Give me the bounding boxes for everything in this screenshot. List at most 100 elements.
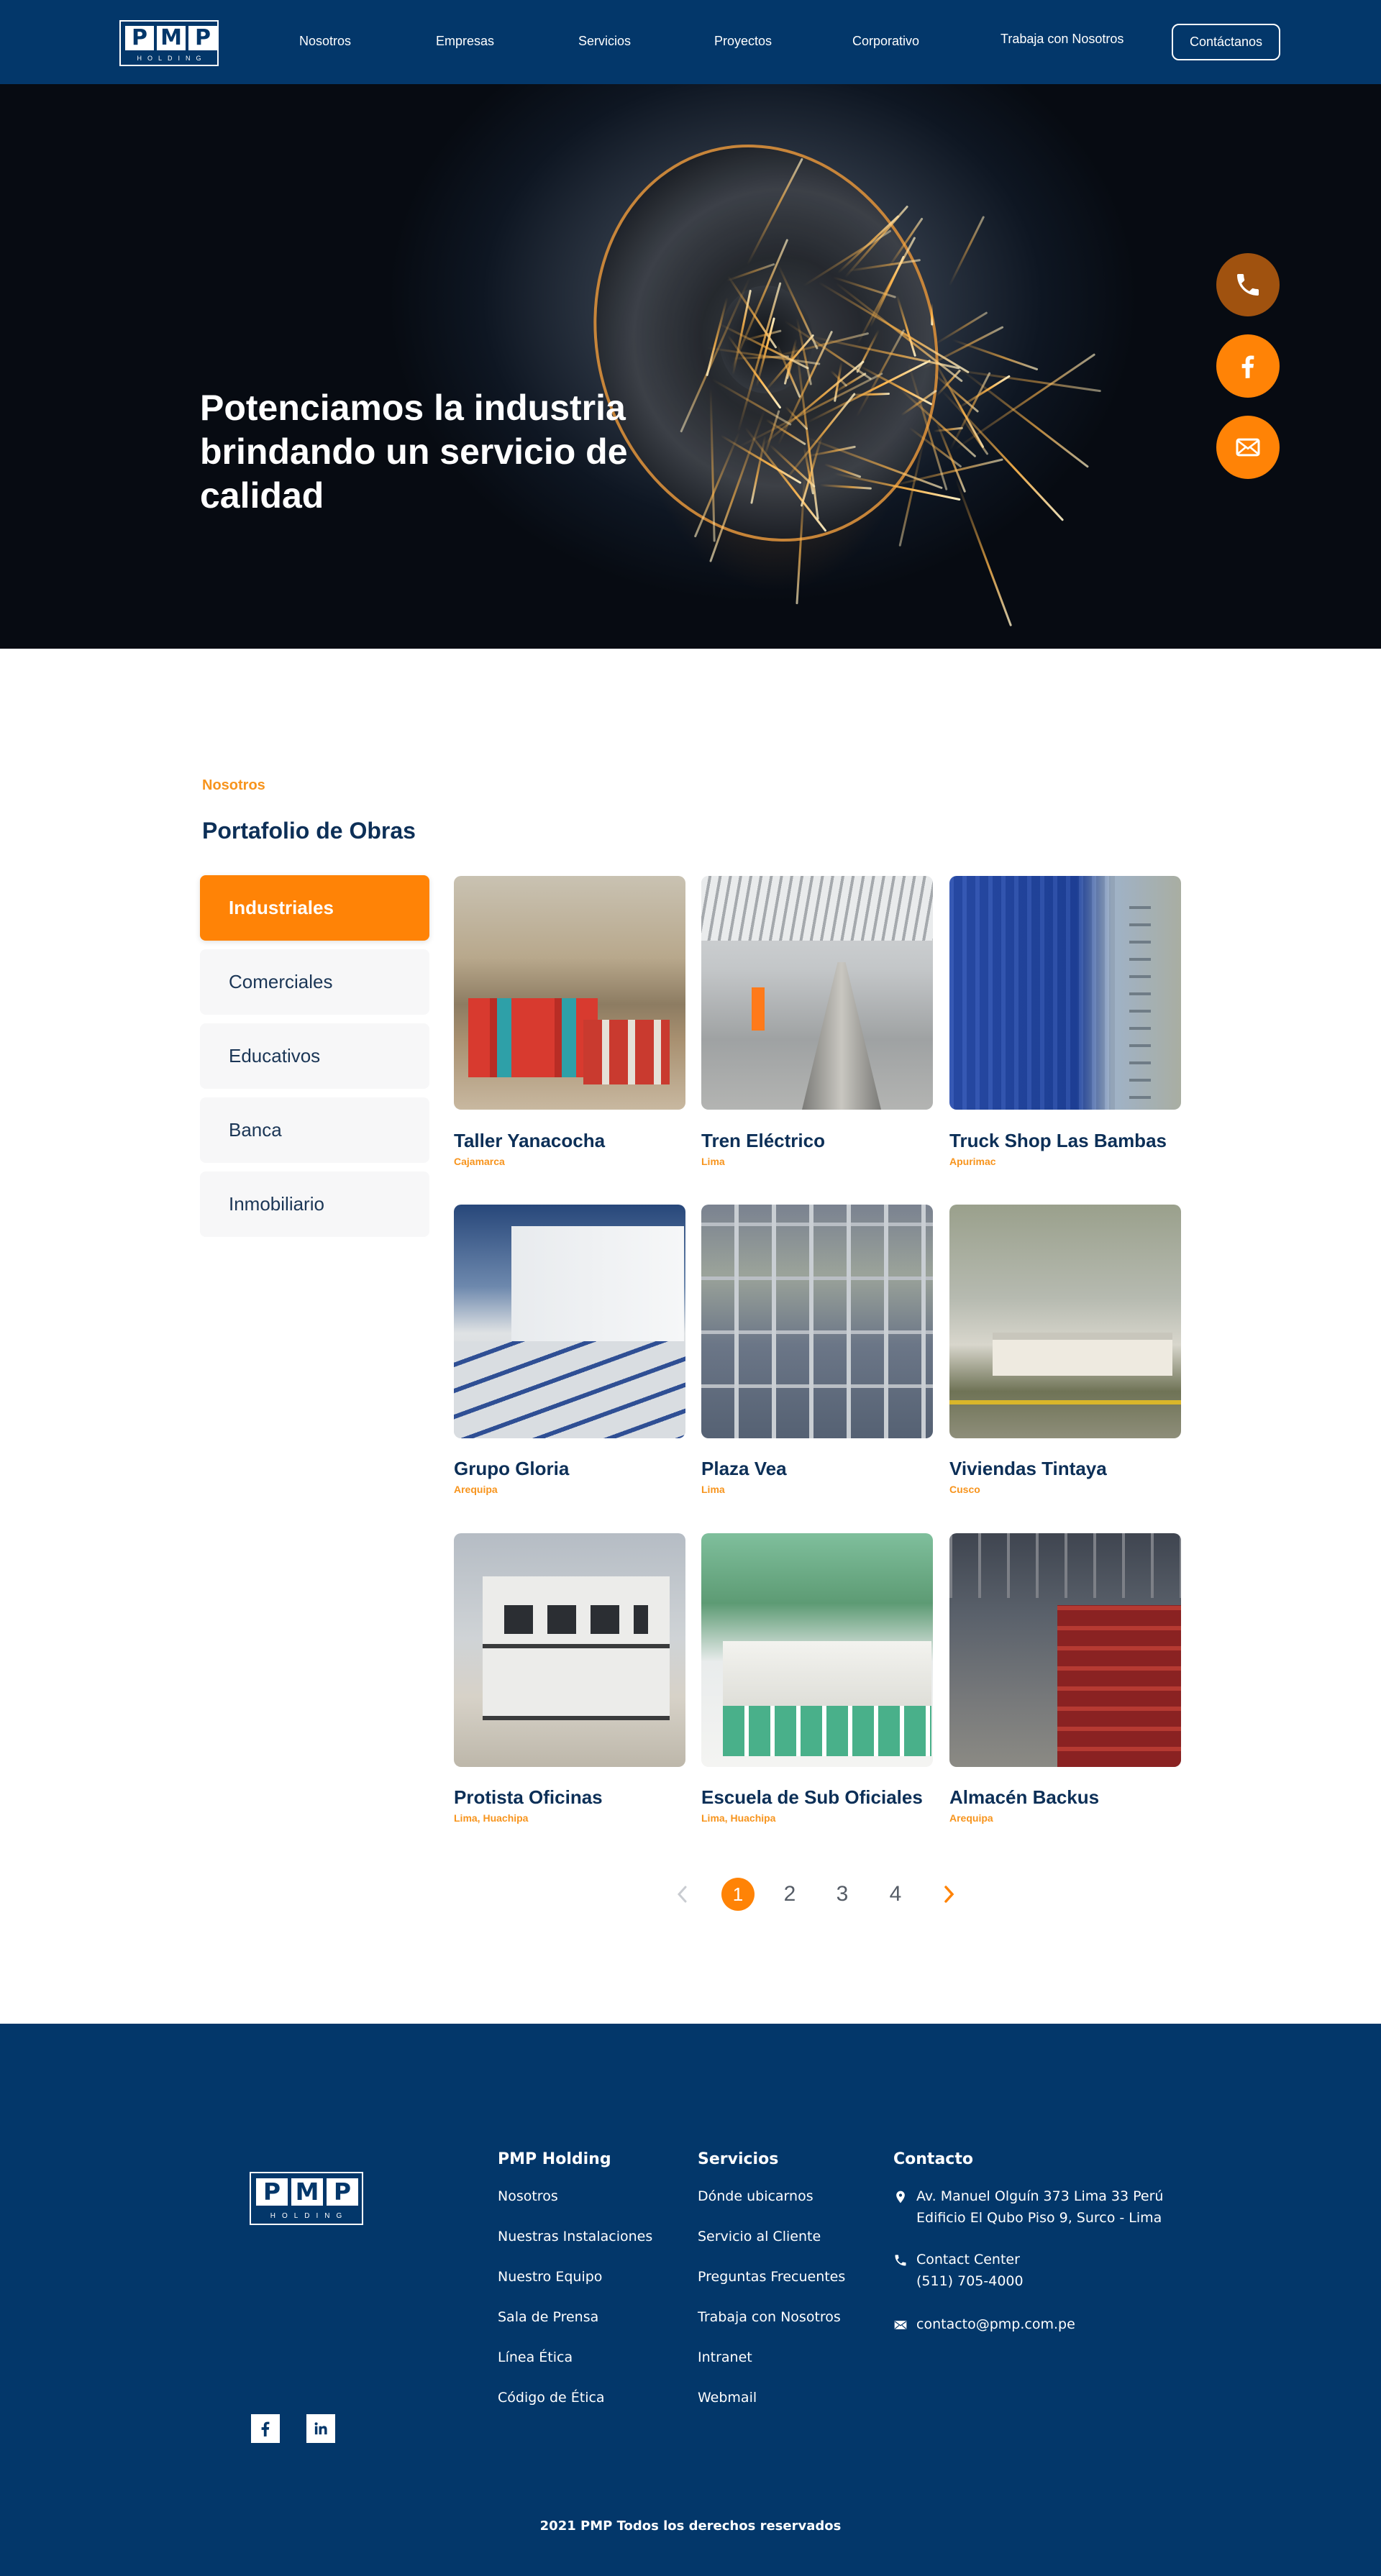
footer-link[interactable]: Línea Ética <box>498 2349 573 2365</box>
project-location: Cusco <box>949 1484 980 1495</box>
mail-icon <box>1236 438 1260 457</box>
logo-subtitle: HOLDING <box>137 55 207 62</box>
nav-trabaja-con-nosotros[interactable]: Trabaja con Nosotros <box>1001 32 1124 47</box>
footer-link[interactable]: Dónde ubicarnos <box>698 2188 813 2204</box>
footer-link[interactable]: Nuestro Equipo <box>498 2269 602 2285</box>
house-image-detail <box>993 1333 1172 1376</box>
project-title[interactable]: Almacén Backus <box>949 1786 1099 1809</box>
project-title[interactable]: Plaza Vea <box>701 1458 787 1480</box>
phone-float-button[interactable] <box>1216 253 1280 316</box>
modular-office-image-detail <box>483 1576 670 1720</box>
roof-image-detail <box>701 876 933 941</box>
project-image[interactable] <box>949 876 1181 1110</box>
project-location: Lima <box>701 1156 725 1167</box>
footer-link[interactable]: Servicio al Cliente <box>698 2229 821 2244</box>
project-location: Apurimac <box>949 1156 996 1167</box>
pagination-page-4[interactable]: 4 <box>879 1878 912 1911</box>
project-title[interactable]: Protista Oficinas <box>454 1786 603 1809</box>
nav-nosotros[interactable]: Nosotros <box>299 34 351 49</box>
project-title[interactable]: Escuela de Sub Oficiales <box>701 1786 923 1809</box>
project-image[interactable] <box>454 1205 685 1438</box>
category-educativos[interactable]: Educativos <box>200 1023 429 1089</box>
pagination-page-3[interactable]: 3 <box>826 1878 859 1911</box>
project-image[interactable] <box>454 876 685 1110</box>
project-title[interactable]: Grupo Gloria <box>454 1458 569 1480</box>
logo-letter: P <box>125 26 154 50</box>
footer-heading-pmp-holding: PMP Holding <box>498 2150 611 2168</box>
copyright-text: 2021 PMP Todos los derechos reservados <box>539 2518 842 2534</box>
logo-letter: P <box>327 2178 358 2206</box>
facade-image-detail <box>949 876 1115 1110</box>
footer-link[interactable]: Sala de Prensa <box>498 2309 598 2325</box>
project-title[interactable]: Viviendas Tintaya <box>949 1458 1107 1480</box>
nav-servicios[interactable]: Servicios <box>578 34 631 49</box>
category-banca[interactable]: Banca <box>200 1097 429 1163</box>
school-wall-image-detail <box>723 1706 931 1756</box>
worker-image-detail <box>752 987 765 1031</box>
mail-icon <box>894 2321 907 2329</box>
pagination-next-button[interactable] <box>941 1880 958 1909</box>
project-location: Lima, Huachipa <box>454 1812 529 1824</box>
pagination-page-1[interactable]: 1 <box>721 1878 755 1911</box>
footer-link[interactable]: Trabaja con Nosotros <box>698 2309 841 2325</box>
mail-float-button[interactable] <box>1216 416 1280 479</box>
warehouse-roof-image-detail <box>949 1533 1181 1598</box>
phone-icon <box>1237 274 1259 296</box>
pagination-prev-button[interactable] <box>673 1880 690 1909</box>
containers-image-detail <box>583 1020 670 1084</box>
category-industriales[interactable]: Industriales <box>200 875 429 941</box>
footer-link[interactable]: Webmail <box>698 2390 757 2406</box>
project-image[interactable] <box>949 1533 1181 1767</box>
footer-link[interactable]: Código de Ética <box>498 2390 605 2406</box>
project-title[interactable]: Tren Eléctrico <box>701 1130 825 1152</box>
contact-button[interactable]: Contáctanos <box>1172 24 1280 60</box>
pmp-holding-logo[interactable]: P M P HOLDING <box>119 20 219 66</box>
pallets-image-detail <box>1057 1605 1181 1767</box>
spark-streak <box>930 303 934 326</box>
footer-heading-contacto: Contacto <box>893 2150 973 2168</box>
contact-phone-link[interactable]: (511) 705-4000 <box>916 2273 1024 2289</box>
footer-facebook-link[interactable] <box>251 2414 280 2443</box>
nav-corporativo[interactable]: Corporativo <box>852 34 919 49</box>
logo-letter: M <box>157 26 186 50</box>
footer-heading-servicios: Servicios <box>698 2150 779 2168</box>
section-title: Portafolio de Obras <box>202 818 416 844</box>
project-image[interactable] <box>701 1205 933 1438</box>
project-image[interactable] <box>701 1533 933 1767</box>
project-image[interactable] <box>454 1533 685 1767</box>
category-inmobiliario[interactable]: Inmobiliario <box>200 1171 429 1237</box>
logo-letter: P <box>188 26 217 50</box>
nav-empresas[interactable]: Empresas <box>436 34 494 49</box>
footer-link[interactable]: Nosotros <box>498 2188 558 2204</box>
category-comerciales[interactable]: Comerciales <box>200 949 429 1015</box>
window-image-detail <box>504 1605 648 1634</box>
project-image[interactable] <box>949 1205 1181 1438</box>
logo-letter: P <box>256 2178 288 2206</box>
contact-address-line-2: Edificio El Qubo Piso 9, Surco - Lima <box>916 2210 1162 2226</box>
chevron-left-icon <box>677 1886 687 1903</box>
contact-email-link[interactable]: contacto@pmp.com.pe <box>916 2316 1075 2332</box>
site-header: P M P HOLDING Nosotros Empresas Servicio… <box>0 0 1381 84</box>
pagination-page-2[interactable]: 2 <box>773 1878 806 1911</box>
footer-link[interactable]: Intranet <box>698 2349 752 2365</box>
project-location: Lima, Huachipa <box>701 1812 776 1824</box>
steel-structure-image-detail <box>701 1205 933 1438</box>
footer-linkedin-link[interactable] <box>306 2414 335 2443</box>
project-location: Arequipa <box>454 1484 498 1495</box>
footer-logo[interactable]: P M P HOLDING <box>250 2172 363 2225</box>
phone-icon <box>895 2255 906 2266</box>
logo-letter: M <box>291 2178 323 2206</box>
project-title[interactable]: Truck Shop Las Bambas <box>949 1130 1167 1152</box>
footer-link[interactable]: Nuestras Instalaciones <box>498 2229 652 2244</box>
project-title[interactable]: Taller Yanacocha <box>454 1130 605 1152</box>
facebook-float-button[interactable] <box>1216 334 1280 398</box>
contact-address-line-1: Av. Manuel Olguín 373 Lima 33 Perú <box>916 2188 1164 2204</box>
chevron-right-icon <box>944 1886 954 1903</box>
hero-banner: Potenciamos la industria brindando un se… <box>0 84 1381 649</box>
footer-link[interactable]: Preguntas Frecuentes <box>698 2269 845 2285</box>
project-image[interactable] <box>701 876 933 1110</box>
school-roof-image-detail <box>723 1641 931 1713</box>
location-pin-icon <box>896 2191 905 2203</box>
nav-proyectos[interactable]: Proyectos <box>714 34 772 49</box>
project-location: Arequipa <box>949 1812 993 1824</box>
